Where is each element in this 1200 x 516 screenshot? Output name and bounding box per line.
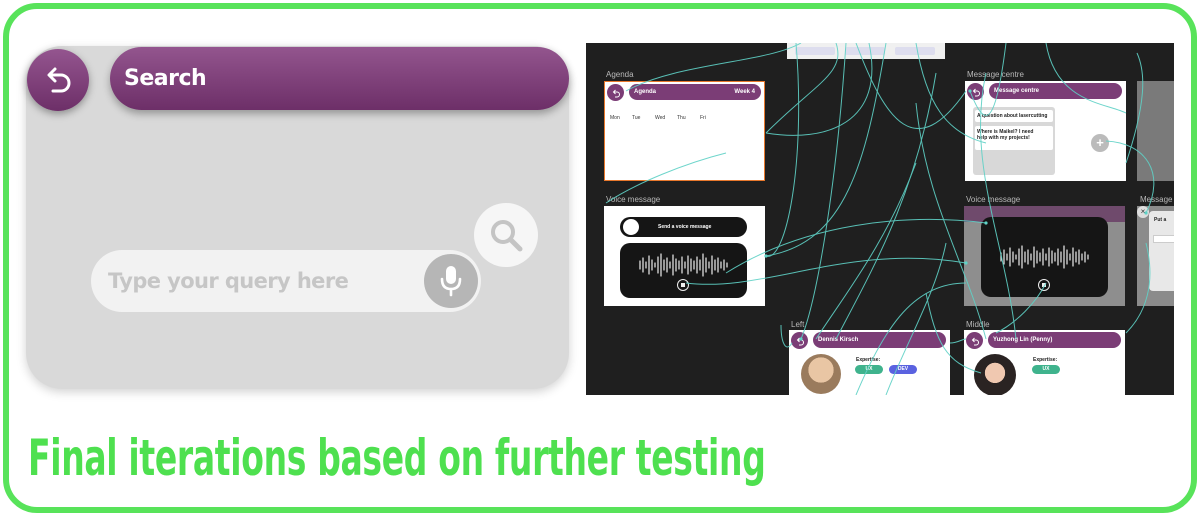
profile-back-icon [791,332,808,349]
agenda-day: Wed [655,115,666,121]
prototype-flow-canvas: Agenda Agenda Week 4 Mon Tue Wed Thu Fri… [586,43,1174,395]
microphone-icon [440,266,462,297]
back-button[interactable] [27,49,89,111]
voice-title: Send a voice message [658,224,712,230]
expertise-label: Expertise: [856,357,881,363]
stop-record-icon[interactable] [677,279,689,291]
message-list: A question about lasercutting Where is M… [973,107,1055,175]
top-partial-screen [787,43,945,59]
voice-message-2-frame-label: Voice message [966,195,1021,204]
agenda-title: Agenda [634,89,657,95]
message-centre-screen[interactable]: Message centre A question about lasercut… [965,81,1126,181]
message-item[interactable]: Where is Maikel? I need help with my pro… [975,126,1053,150]
stop-record-icon[interactable] [1038,279,1050,291]
message-centre-frame-label: Message centre [967,70,1024,79]
middle-profile-screen[interactable]: Yuzhong Lin (Penny) Expertise: UX [964,330,1125,395]
avatar [974,354,1016,395]
close-overlay-icon[interactable]: × [1137,206,1149,218]
left-frame-label: Left [791,320,805,329]
agenda-day: Mon [610,115,620,121]
expertise-chip: DEV [889,365,917,374]
undo-arrow-icon [47,67,71,93]
message-centre-back-icon [967,83,984,100]
agenda-back-icon [607,84,624,101]
expertise-chip: UX [1032,365,1060,374]
message-centre-header: Message centre [989,83,1122,99]
query-input[interactable]: Type your query here [91,250,481,312]
message-partial-screen: Put a [1137,206,1174,306]
agenda-week: Week 4 [734,89,755,95]
voice-message-overlay-screen[interactable] [964,206,1125,306]
magnifier-icon [491,220,523,252]
middle-profile-header: Yuzhong Lin (Penny) [988,332,1121,348]
profile-back-icon [966,332,983,349]
agenda-header: Agenda Week 4 [629,84,761,100]
expertise-chip: UX [855,365,883,374]
search-header-bar: Search [110,47,569,110]
left-profile-screen[interactable]: Dennis Kirsch Expertise: UX DEV [789,330,950,395]
add-message-icon[interactable]: + [1091,134,1109,152]
voice-recorder-panel [620,243,747,298]
search-button[interactable] [474,203,538,267]
message-item[interactable]: A question about lasercutting [975,110,1053,122]
profile-name: Dennis Kirsch [818,337,859,343]
right-partial-screen [1137,81,1174,181]
microphone-button[interactable] [424,254,478,308]
profile-name: Yuzhong Lin (Penny) [993,337,1053,343]
avatar [801,354,841,394]
middle-frame-label: Middle [966,320,990,329]
left-profile-header: Dennis Kirsch [813,332,946,348]
expertise-label: Expertise: [1033,357,1058,363]
message-text: A question about lasercutting [977,113,1048,119]
agenda-day: Tue [632,115,641,121]
agenda-day: Thu [677,115,686,121]
voice-header: Send a voice message [620,217,747,237]
agenda-screen[interactable]: Agenda Week 4 Mon Tue Wed Thu Fri [604,81,765,181]
caption: Final iterations based on further testin… [28,429,766,487]
search-title: Search [124,66,207,91]
agenda-day: Fri [700,115,706,121]
query-placeholder: Type your query here [108,269,349,293]
voice-overlay-panel [981,217,1108,297]
message-text: Where is Maikel? I need help with my pro… [977,129,1034,141]
voice-message-frame-label: Voice message [606,195,661,204]
message-partial-text: Put a [1154,217,1167,223]
voice-back-icon [623,219,639,235]
voice-message-screen[interactable]: Send a voice message [604,206,765,306]
waveform-icon [1000,245,1089,269]
message-centre-title: Message centre [994,88,1040,94]
agenda-frame-label: Agenda [606,70,634,79]
